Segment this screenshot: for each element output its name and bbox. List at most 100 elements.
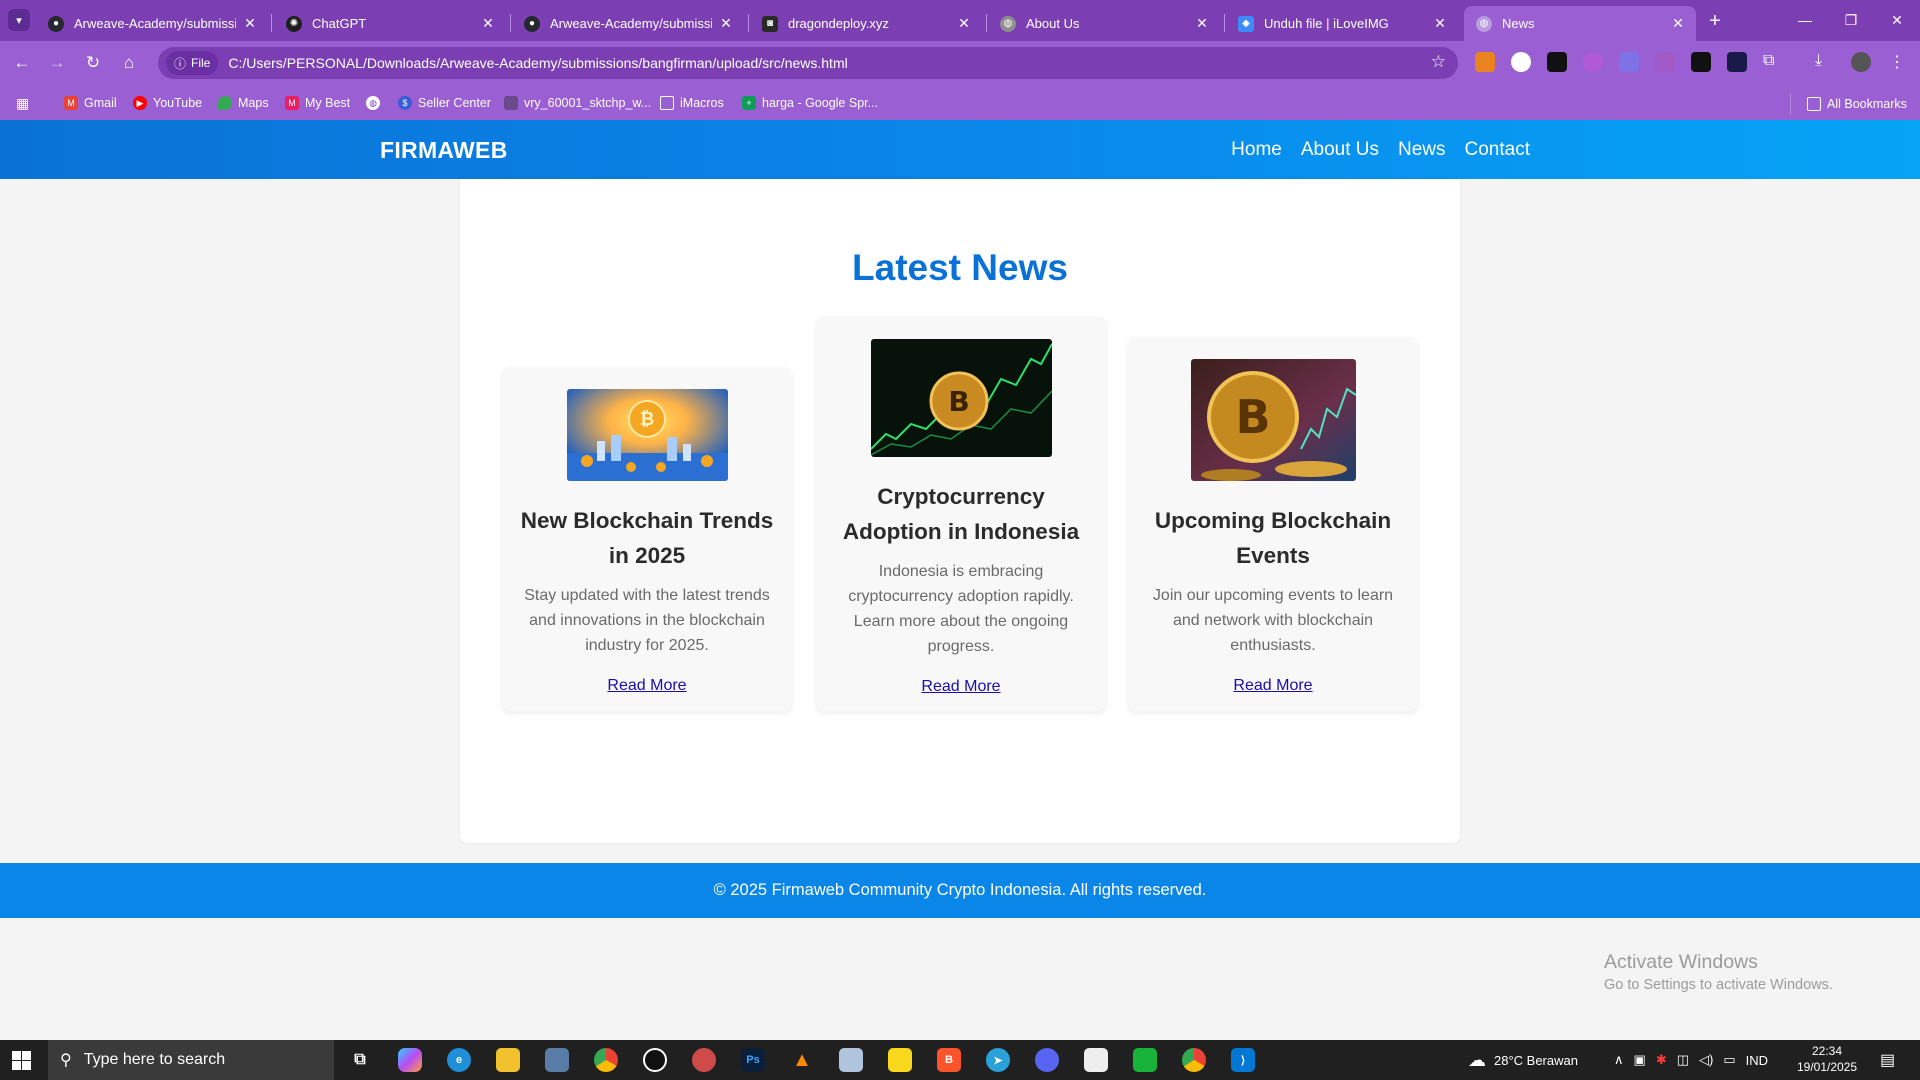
clock-time: 22:34 (1811, 1044, 1843, 1058)
chevron-up-icon[interactable]: ∧ (1614, 1052, 1624, 1068)
bookmark-youtube[interactable]: ▶ YouTube (133, 93, 202, 113)
tab-dragondeploy[interactable]: ◙ dragondeploy.xyz ✕ (750, 6, 982, 41)
nav-home[interactable]: Home (1231, 139, 1282, 161)
paint-icon[interactable] (839, 1048, 863, 1072)
extension-icon[interactable] (1691, 52, 1711, 72)
close-icon[interactable]: ✕ (718, 15, 734, 32)
minimize-button[interactable]: — (1782, 4, 1828, 36)
tab-title: dragondeploy.xyz (788, 16, 889, 31)
discord-icon[interactable] (1035, 1048, 1059, 1072)
close-icon[interactable]: ✕ (1194, 15, 1210, 32)
photoshop-icon[interactable]: Ps (741, 1048, 765, 1072)
bookmark-globe[interactable]: ◍ (366, 93, 380, 113)
start-button[interactable] (12, 1051, 31, 1070)
close-icon[interactable]: ✕ (480, 15, 496, 32)
extension-icon[interactable] (1727, 52, 1747, 72)
tray-icon[interactable]: ▣ (1634, 1052, 1646, 1068)
close-icon[interactable]: ✕ (1432, 15, 1448, 32)
display-icon[interactable]: ▭ (1723, 1052, 1735, 1068)
bookmark-gmail[interactable]: M Gmail (64, 93, 117, 113)
clock-date: 19/01/2025 (1796, 1060, 1858, 1074)
read-more-link[interactable]: Read More (607, 677, 686, 695)
copilot-icon[interactable] (398, 1048, 422, 1072)
tab-arweave-1[interactable]: ● Arweave-Academy/submissions ✕ (36, 6, 268, 41)
nav-news[interactable]: News (1398, 139, 1446, 161)
task-view-icon[interactable]: ⧉ (348, 1048, 372, 1072)
browser-chrome: ▾ ● Arweave-Academy/submissions ✕ ✺ Chat… (0, 0, 1920, 120)
bookmark-sketchup[interactable]: vry_60001_sktchp_w... (504, 93, 651, 113)
close-icon[interactable]: ✕ (242, 15, 258, 32)
bookmark-maps[interactable]: Maps (218, 93, 269, 113)
address-bar[interactable]: ⓘ File C:/Users/PERSONAL/Downloads/Arwea… (158, 47, 1458, 79)
site-info-chip[interactable]: ⓘ File (166, 51, 219, 75)
sheets-icon: + (742, 96, 756, 110)
app-icon[interactable] (643, 1048, 667, 1072)
profile-avatar[interactable] (1851, 52, 1871, 72)
app-icon[interactable] (1133, 1048, 1157, 1072)
tab-chatgpt[interactable]: ✺ ChatGPT ✕ (274, 6, 506, 41)
news-card: B Upcoming Blockchain Events Join our up… (1128, 337, 1418, 711)
tab-strip: ▾ ● Arweave-Academy/submissions ✕ ✺ Chat… (0, 0, 1920, 41)
app-icon[interactable] (1084, 1048, 1108, 1072)
news-card-description: Indonesia is embracing cryptocurrency ad… (848, 563, 1074, 655)
apps-grid-icon[interactable]: ▦ (16, 93, 29, 113)
clock[interactable]: 22:34 19/01/2025 (1792, 1043, 1862, 1075)
weather-widget[interactable]: ☁ 28°C Berawan (1468, 1040, 1578, 1080)
extension-icon[interactable] (1655, 52, 1675, 72)
download-icon[interactable]: ⤓ (1815, 52, 1835, 72)
nav-about-us[interactable]: About Us (1301, 139, 1379, 161)
site-logo[interactable]: FIRMAWEB (380, 137, 508, 164)
activate-windows-watermark: Activate Windows Go to Settings to activ… (1604, 951, 1833, 993)
bookmark-star-icon[interactable]: ☆ (1431, 52, 1446, 72)
back-button[interactable]: ← (8, 49, 36, 77)
all-bookmarks[interactable]: All Bookmarks (1790, 93, 1907, 115)
restore-button[interactable]: ❐ (1828, 4, 1874, 36)
home-button[interactable]: ⌂ (115, 49, 143, 77)
tab-search-button[interactable]: ▾ (8, 9, 30, 31)
tab-arweave-2[interactable]: ● Arweave-Academy/submissions ✕ (512, 6, 744, 41)
network-icon[interactable]: ◫ (1677, 1052, 1689, 1068)
taskbar-search[interactable]: ⚲ Type here to search (48, 1040, 334, 1080)
reload-button[interactable]: ↻ (79, 49, 107, 77)
chrome-active-icon[interactable] (1182, 1048, 1206, 1072)
vlc-icon[interactable]: ▲ (790, 1048, 814, 1072)
photos-icon[interactable] (545, 1048, 569, 1072)
edge-icon[interactable]: e (447, 1048, 471, 1072)
volume-icon[interactable]: ◁) (1699, 1052, 1713, 1068)
news-card: B Cryptocurrency Adoption in Indonesia I… (816, 317, 1106, 711)
app-icon[interactable] (692, 1048, 716, 1072)
notification-icon[interactable]: ▤ (1880, 1040, 1895, 1080)
metamask-extension-icon[interactable] (1475, 52, 1495, 72)
chrome-icon[interactable] (594, 1048, 618, 1072)
vscode-icon[interactable]: ⟩ (1231, 1048, 1255, 1072)
chip-label: File (191, 56, 211, 70)
extensions-puzzle-icon[interactable]: ⧉ (1763, 52, 1783, 72)
extension-icon[interactable] (1583, 52, 1603, 72)
extension-icon[interactable] (1619, 52, 1639, 72)
brave-icon[interactable]: B (937, 1048, 961, 1072)
bookmark-my-best[interactable]: M My Best (285, 93, 350, 113)
menu-kebab-icon[interactable]: ⋮ (1887, 52, 1907, 72)
nav-contact[interactable]: Contact (1465, 139, 1530, 161)
new-tab-button[interactable]: + (1702, 8, 1728, 34)
read-more-link[interactable]: Read More (1233, 677, 1312, 695)
bookmark-harga[interactable]: + harga - Google Spr... (742, 93, 878, 113)
tab-news[interactable]: ◍ News ✕ (1464, 6, 1696, 41)
bookmark-imacros[interactable]: iMacros (660, 93, 724, 113)
close-icon[interactable]: ✕ (956, 15, 972, 32)
tab-about-us[interactable]: ◍ About Us ✕ (988, 6, 1220, 41)
sticky-notes-icon[interactable] (888, 1048, 912, 1072)
window-close-button[interactable]: ✕ (1874, 4, 1920, 36)
file-explorer-icon[interactable] (496, 1048, 520, 1072)
close-icon[interactable]: ✕ (1670, 15, 1686, 32)
tray-icon[interactable]: ✱ (1656, 1052, 1667, 1068)
tab-iloveimg[interactable]: ◆ Unduh file | iLoveIMG ✕ (1226, 6, 1458, 41)
extension-icon[interactable] (1511, 52, 1531, 72)
url-text[interactable]: C:/Users/PERSONAL/Downloads/Arweave-Acad… (228, 55, 847, 71)
bookmark-seller-center[interactable]: $ Seller Center (398, 93, 491, 113)
telegram-icon[interactable]: ➤ (986, 1048, 1010, 1072)
language-indicator[interactable]: IND (1746, 1053, 1768, 1068)
extension-icon[interactable] (1547, 52, 1567, 72)
read-more-link[interactable]: Read More (921, 678, 1000, 696)
forward-button[interactable]: → (43, 49, 71, 77)
